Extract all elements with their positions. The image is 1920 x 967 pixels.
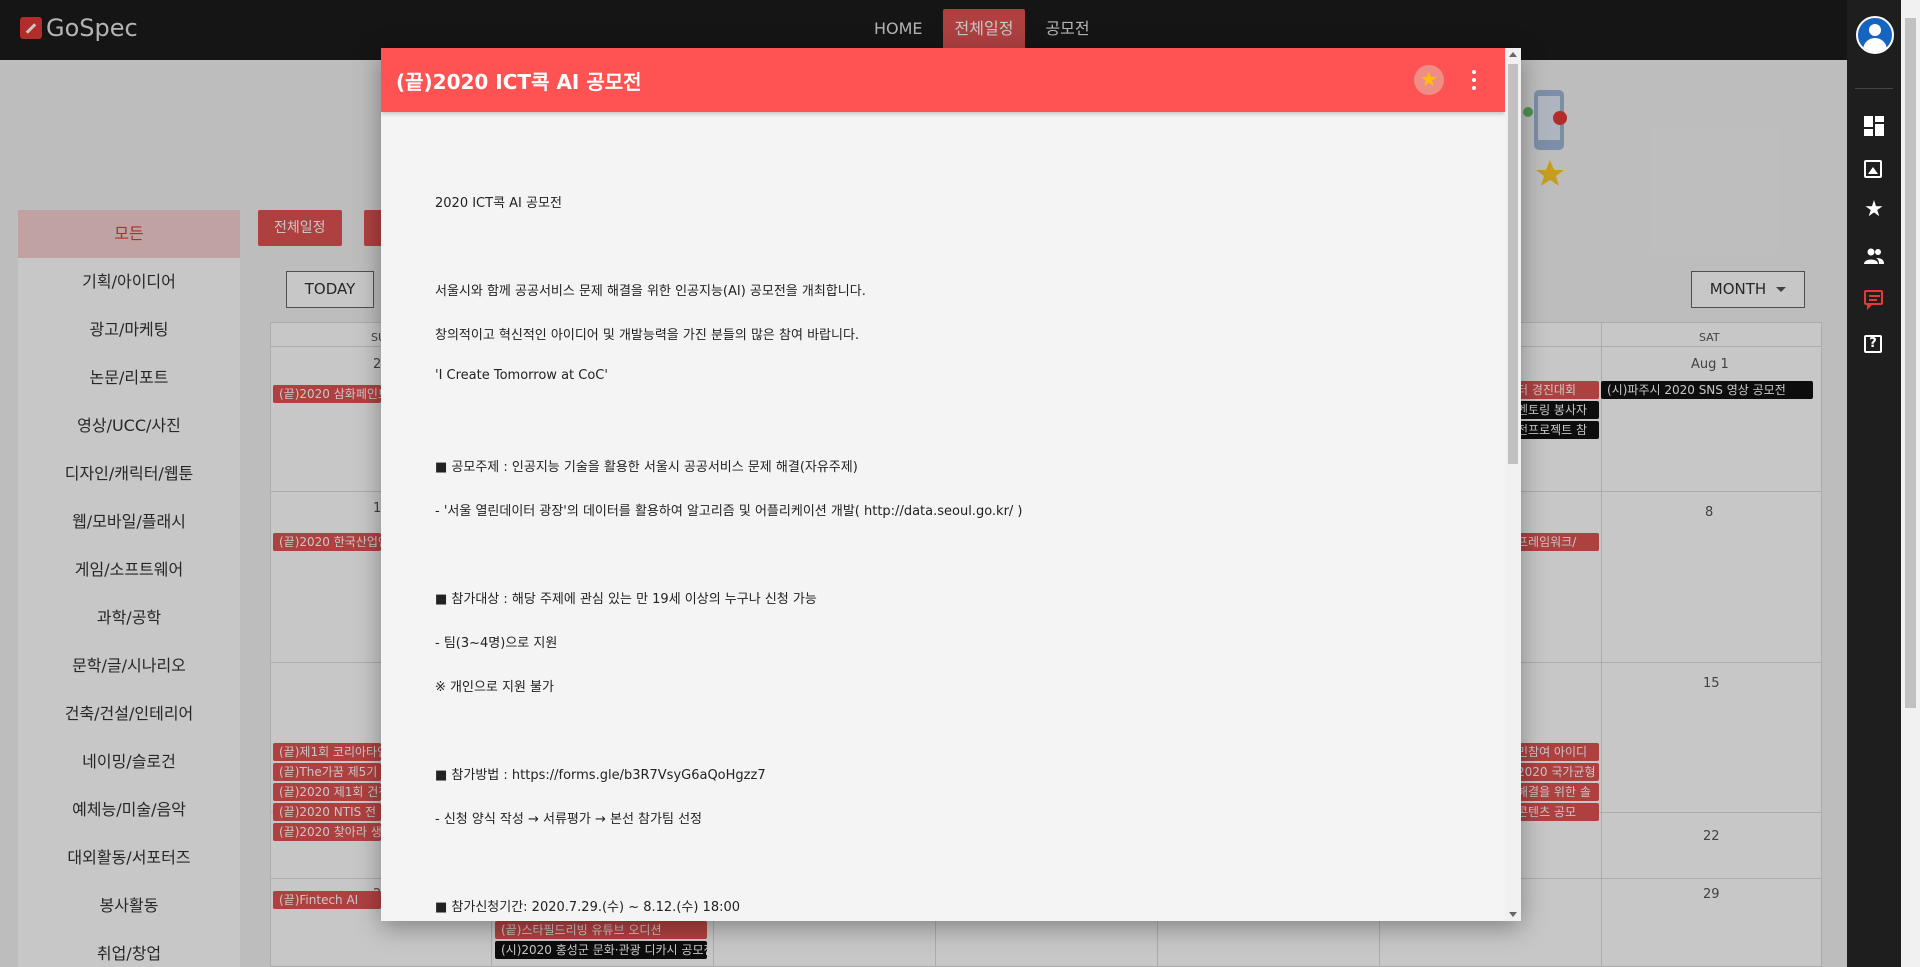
favorite-star-icon[interactable]: ★ [1414, 65, 1444, 95]
modal-scrollbar-thumb[interactable] [1508, 64, 1518, 464]
star-icon[interactable]: ★ [1864, 199, 1884, 221]
image-icon[interactable] [1864, 160, 1882, 178]
content-line: ■ 참가방법 : https://forms.gle/b3R7VsyG6aQoH… [435, 768, 766, 783]
content-line: ■ 공모주제 : 인공지능 기술을 활용한 서울시 공공서비스 문제 해결(자유… [435, 460, 858, 475]
right-rail: ★ ? [1847, 0, 1901, 967]
modal-body: 2020 ICT콕 AI 공모전 서울시와 함께 공공서비스 문제 해결을 위한… [381, 112, 1505, 921]
help-icon[interactable]: ? [1864, 335, 1882, 353]
more-vert-icon[interactable] [1467, 68, 1481, 92]
people-icon[interactable] [1864, 246, 1884, 266]
content-line: - 팀(3~4명)으로 지원 [435, 636, 558, 651]
rail-divider [1855, 88, 1893, 89]
modal-title: (끝)2020 ICT콕 AI 공모전 [396, 70, 642, 94]
scroll-down-arrow-icon[interactable] [1509, 912, 1517, 917]
scroll-up-arrow-icon[interactable] [1509, 52, 1517, 57]
page-scrollbar-thumb[interactable] [1905, 18, 1916, 708]
chat-icon[interactable] [1864, 290, 1883, 310]
content-line: 2020 ICT콕 AI 공모전 [435, 196, 562, 211]
content-line: - 신청 양식 작성 → 서류평가 → 본선 참가팀 선정 [435, 812, 702, 827]
content-line: 'I Create Tomorrow at CoC' [435, 368, 608, 383]
content-line: 창의적이고 혁신적인 아이디어 및 개발능력을 가진 분들의 많은 참여 바랍니… [435, 328, 860, 343]
content-line: 서울시와 함께 공공서비스 문제 해결을 위한 인공지능(AI) 공모전을 개최… [435, 284, 866, 299]
content-line: ■ 참가대상 : 해당 주제에 관심 있는 만 19세 이상의 누구나 신청 가… [435, 592, 817, 607]
dashboard-icon[interactable] [1864, 116, 1884, 136]
modal-header: (끝)2020 ICT콕 AI 공모전 ★ [381, 48, 1505, 112]
content-line: - '서울 열린데이터 광장'의 데이터를 활용하여 알고리즘 및 어플리케이션… [435, 504, 1023, 519]
content-line: ■ 참가신청기간: 2020.7.29.(수) ~ 8.12.(수) 18:00 [435, 900, 741, 915]
content-line: ※ 개인으로 지원 불가 [435, 680, 554, 695]
contest-detail-modal: (끝)2020 ICT콕 AI 공모전 ★ 2020 ICT콕 AI 공모전 서… [381, 48, 1521, 921]
modal-scrollbar[interactable] [1505, 48, 1521, 921]
page-scrollbar[interactable] [1901, 0, 1920, 967]
account-icon[interactable] [1856, 16, 1894, 54]
